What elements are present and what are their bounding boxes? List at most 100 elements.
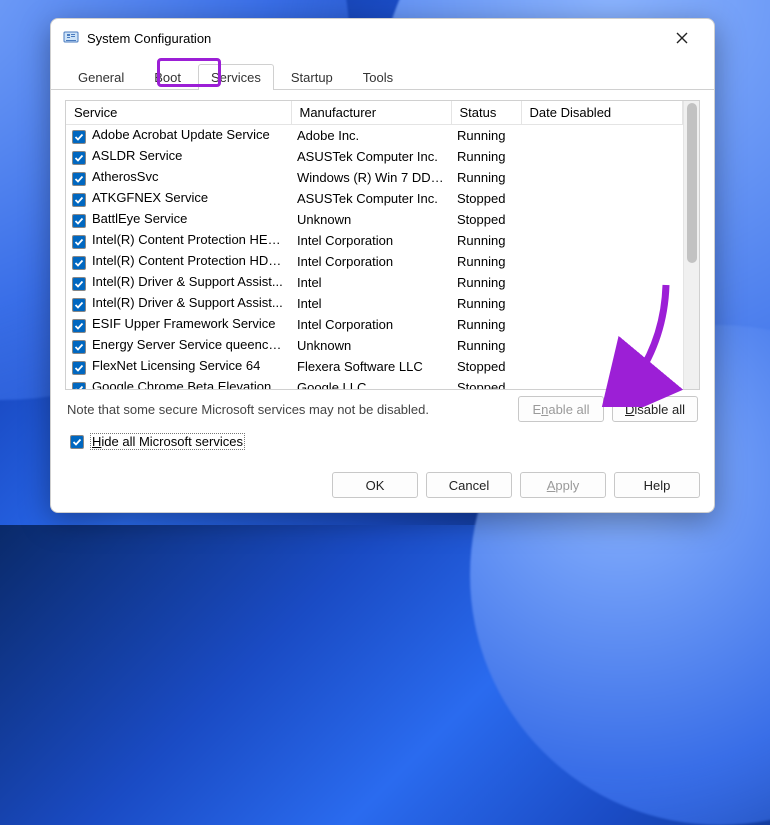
service-checkbox[interactable] [72, 235, 86, 249]
table-row[interactable]: Intel(R) Content Protection HDC...Intel … [66, 251, 683, 272]
service-checkbox[interactable] [72, 298, 86, 312]
table-row[interactable]: BattlEye Service UnknownStopped [66, 209, 683, 230]
service-checkbox[interactable] [72, 172, 86, 186]
service-mfr: Adobe Inc. [291, 125, 451, 147]
scrollbar-thumb[interactable] [687, 103, 697, 263]
table-row[interactable]: Intel(R) Driver & Support Assist... Intel… [66, 293, 683, 314]
table-row[interactable]: ASLDR Service ASUSTek Computer Inc.Runnin… [66, 146, 683, 167]
sysconfig-window: System Configuration General Boot Servic… [50, 18, 715, 513]
service-date [521, 251, 683, 272]
note-text: Note that some secure Microsoft services… [67, 402, 510, 417]
service-name: ASLDR Service [92, 148, 182, 163]
tab-services[interactable]: Services [198, 64, 274, 90]
service-mfr: ASUSTek Computer Inc. [291, 188, 451, 209]
apply-button[interactable]: Apply [520, 472, 606, 498]
table-row[interactable]: Google Chrome Beta Elevation S...Google … [66, 377, 683, 389]
service-status: Running [451, 251, 521, 272]
service-name: Intel(R) Driver & Support Assist... [92, 295, 283, 310]
service-date [521, 188, 683, 209]
service-date [521, 293, 683, 314]
service-date [521, 377, 683, 389]
service-status: Running [451, 293, 521, 314]
service-date [521, 146, 683, 167]
service-name: BattlEye Service [92, 211, 187, 226]
col-status[interactable]: Status [451, 101, 521, 125]
table-row[interactable]: Intel(R) Driver & Support Assist...Intel… [66, 272, 683, 293]
hide-ms-checkbox[interactable] [70, 435, 84, 449]
service-name: Energy Server Service queencreek [92, 337, 291, 352]
enable-all-button[interactable]: Enable all [518, 396, 604, 422]
service-date [521, 125, 683, 147]
service-checkbox[interactable] [72, 256, 86, 270]
col-date-disabled[interactable]: Date Disabled [521, 101, 683, 125]
service-date [521, 230, 683, 251]
service-name: Intel(R) Content Protection HDC... [92, 253, 289, 268]
tab-boot[interactable]: Boot [141, 64, 194, 90]
service-status: Running [451, 335, 521, 356]
service-checkbox[interactable] [72, 214, 86, 228]
service-date [521, 167, 683, 188]
hide-ms-label: Hide all Microsoft services [90, 433, 245, 450]
service-date [521, 335, 683, 356]
service-status: Running [451, 314, 521, 335]
service-checkbox[interactable] [72, 151, 86, 165]
table-row[interactable]: Intel(R) Content Protection HECI...Intel… [66, 230, 683, 251]
service-checkbox[interactable] [72, 130, 86, 144]
service-name: ESIF Upper Framework Service [92, 316, 276, 331]
col-manufacturer[interactable]: Manufacturer [291, 101, 451, 125]
service-status: Running [451, 146, 521, 167]
service-mfr: Unknown [291, 209, 451, 230]
table-row[interactable]: Energy Server Service queencreekUnknownR… [66, 335, 683, 356]
service-checkbox[interactable] [72, 277, 86, 291]
service-date [521, 209, 683, 230]
service-name: Google Chrome Beta Elevation S... [92, 379, 291, 389]
table-row[interactable]: ESIF Upper Framework Service Intel Corpor… [66, 314, 683, 335]
tab-general[interactable]: General [65, 64, 137, 90]
service-date [521, 314, 683, 335]
service-status: Running [451, 125, 521, 147]
ok-button[interactable]: OK [332, 472, 418, 498]
service-checkbox[interactable] [72, 361, 86, 375]
close-icon [676, 32, 688, 44]
cancel-button[interactable]: Cancel [426, 472, 512, 498]
service-mfr: ASUSTek Computer Inc. [291, 146, 451, 167]
service-mfr: Intel Corporation [291, 251, 451, 272]
service-mfr: Intel [291, 293, 451, 314]
service-status: Running [451, 230, 521, 251]
service-status: Running [451, 167, 521, 188]
check-icon [72, 437, 82, 447]
service-status: Stopped [451, 377, 521, 389]
services-list: Service Manufacturer Status Date Disable… [65, 100, 700, 390]
table-row[interactable]: Adobe Acrobat Update ServiceAdobe Inc.Ru… [66, 125, 683, 147]
tab-startup[interactable]: Startup [278, 64, 346, 90]
service-mfr: Flexera Software LLC [291, 356, 451, 377]
service-name: ATKGFNEX Service [92, 190, 208, 205]
window-title: System Configuration [87, 31, 211, 46]
table-row[interactable]: FlexNet Licensing Service 64Flexera Soft… [66, 356, 683, 377]
table-row[interactable]: AtherosSvcWindows (R) Win 7 DDK p...Runn… [66, 167, 683, 188]
disable-all-button[interactable]: Disable all [612, 396, 698, 422]
service-mfr: Intel [291, 272, 451, 293]
tab-tools[interactable]: Tools [350, 64, 406, 90]
service-mfr: Intel Corporation [291, 314, 451, 335]
service-mfr: Google LLC [291, 377, 451, 389]
service-checkbox[interactable] [72, 193, 86, 207]
service-checkbox[interactable] [72, 319, 86, 333]
service-checkbox[interactable] [72, 382, 86, 389]
close-button[interactable] [662, 23, 702, 53]
service-name: AtherosSvc [92, 169, 158, 184]
hide-ms-services-option[interactable]: Hide all Microsoft services [67, 430, 250, 453]
service-mfr: Intel Corporation [291, 230, 451, 251]
service-status: Stopped [451, 356, 521, 377]
dialog-buttons: OK Cancel Apply Help [51, 462, 714, 512]
help-button[interactable]: Help [614, 472, 700, 498]
service-status: Running [451, 272, 521, 293]
table-row[interactable]: ATKGFNEX ServiceASUSTek Computer Inc.Sto… [66, 188, 683, 209]
service-date [521, 272, 683, 293]
tabstrip: General Boot Services Startup Tools [51, 57, 714, 90]
col-service[interactable]: Service [66, 101, 291, 125]
list-scrollbar[interactable] [683, 101, 699, 389]
service-checkbox[interactable] [72, 340, 86, 354]
service-status: Stopped [451, 209, 521, 230]
service-date [521, 356, 683, 377]
